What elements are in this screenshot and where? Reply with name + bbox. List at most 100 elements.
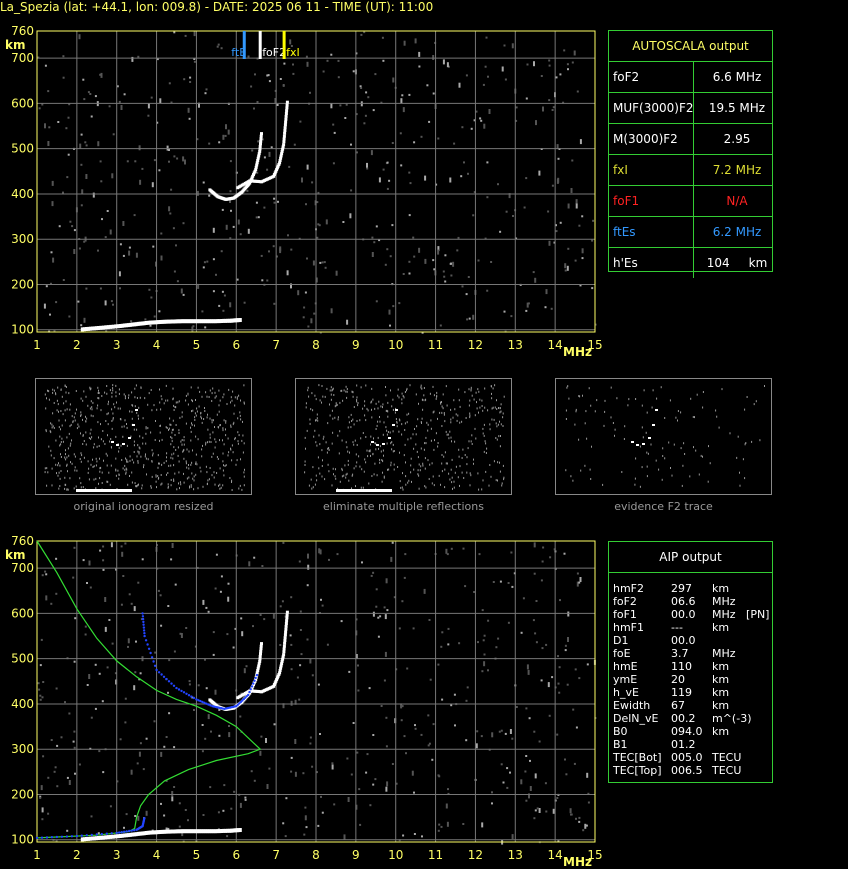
trace-point (238, 828, 242, 832)
trace-point (285, 109, 289, 113)
trace-point (284, 630, 288, 634)
autoscala-value: 6.2 MHz (712, 225, 762, 239)
autoscala-value: 2.95 (723, 132, 751, 146)
x-tick-label: 5 (193, 338, 201, 352)
aip-row: foE 3.7 MHz (609, 647, 772, 660)
aip-key: foE (613, 647, 631, 660)
x-tick-label: 11 (428, 848, 443, 862)
trace-point (259, 644, 263, 648)
autoscala-value: 19.5 MHz (708, 101, 766, 115)
marker-label: ftE (231, 46, 246, 59)
fitted-point (150, 656, 154, 659)
aip-row: foF2 06.6 MHz (609, 595, 772, 608)
aip-value: 297 (671, 582, 692, 595)
x-tick-label: 4 (153, 338, 161, 352)
fitted-point (142, 623, 145, 626)
trace-point (285, 610, 289, 614)
aip-value: 005.0 (671, 751, 703, 764)
aip-unit: km (712, 621, 730, 634)
fitted-trace (35, 612, 259, 840)
aip-unit: km (712, 582, 730, 595)
fitted-point (247, 693, 250, 697)
autoscala-key: h'Es (613, 256, 638, 270)
aip-value: 119 (671, 686, 692, 699)
trace-F2-x (236, 100, 289, 190)
trace-point (284, 117, 288, 121)
fitted-point (142, 629, 146, 632)
fitted-point (110, 832, 113, 835)
aip-unit: TECU (712, 751, 742, 764)
y-tick-label: 200 (11, 277, 34, 291)
autoscala-row: h'Es 104 km (609, 248, 772, 278)
autoscala-key: foF2 (613, 70, 640, 84)
fitted-point (250, 685, 254, 688)
y-tick-label: 500 (11, 142, 34, 156)
x-tick-label: 1 (33, 848, 41, 862)
aip-key: foF1 (613, 608, 637, 621)
x-tick-label: 3 (113, 338, 121, 352)
y-tick-label: 300 (11, 232, 34, 246)
aip-key: hmF1 (613, 621, 645, 634)
electron-density-profile (36, 540, 262, 839)
x-tick-label: 14 (548, 848, 563, 862)
fitted-point (143, 817, 146, 820)
y-tick-label: 700 (11, 561, 34, 575)
aip-row: hmF2 297 km (609, 582, 772, 595)
trace-point (282, 647, 286, 651)
trace-point (285, 619, 289, 623)
aip-row: hmF1 --- km (609, 621, 772, 634)
fitted-point (187, 694, 191, 697)
fitted-point (185, 692, 188, 695)
fitted-point (252, 682, 255, 685)
fitted-point (175, 686, 178, 690)
fitted-point (190, 695, 193, 698)
trace-point (285, 616, 289, 620)
fitted-point (182, 691, 186, 694)
trace-point (282, 137, 286, 141)
aip-unit: TECU (712, 764, 742, 777)
fitted-point (115, 831, 118, 835)
aip-value: 3.7 (671, 647, 689, 660)
trace-point (283, 641, 287, 645)
trace-point (284, 624, 288, 628)
trace-point (283, 636, 287, 640)
x-tick-label: 14 (548, 338, 563, 352)
x-tick-label: 7 (272, 338, 280, 352)
trace-F2-o (208, 642, 263, 711)
aip-unit: MHz (712, 647, 736, 660)
autoscala-key: M(3000)F2 (613, 132, 678, 146)
aip-key: hmE (613, 660, 638, 673)
x-tick-label: 9 (352, 848, 360, 862)
autoscala-row: M(3000)F2 2.95 (609, 124, 772, 155)
trace-point (259, 134, 263, 138)
trace-point (282, 134, 286, 138)
x-tick-label: 13 (508, 338, 523, 352)
x-tick-label: 10 (388, 848, 403, 862)
aip-row: h_vE 119 km (609, 686, 772, 699)
x-tick-label: 9 (352, 338, 360, 352)
x-tick-label: 12 (468, 848, 483, 862)
aip-row: DelN_vE 00.2 m^(-3) (609, 712, 772, 725)
x-tick-label: 1 (33, 338, 41, 352)
aip-row: hmE 110 km (609, 660, 772, 673)
fitted-point (55, 835, 59, 839)
trace-point (258, 144, 262, 148)
trace-point (282, 653, 286, 657)
y-tick-label: 760 (11, 534, 34, 548)
autoscala-value: 6.6 MHz (712, 70, 762, 84)
fitted-point (157, 671, 161, 674)
fitted-point (141, 615, 145, 618)
fitted-point (118, 831, 121, 834)
aip-key: D1 (613, 634, 629, 647)
fitted-point (254, 676, 257, 680)
fitted-point (144, 639, 148, 642)
trace-point (258, 654, 262, 658)
y-tick-label: 100 (11, 323, 34, 337)
aip-key: hmF2 (613, 582, 645, 595)
fitted-point (123, 830, 126, 833)
aip-key: ymE (613, 673, 638, 686)
trace-point (284, 112, 288, 115)
fitted-point (180, 689, 183, 693)
aip-unit: MHz (712, 595, 736, 608)
fitted-point (105, 832, 109, 835)
